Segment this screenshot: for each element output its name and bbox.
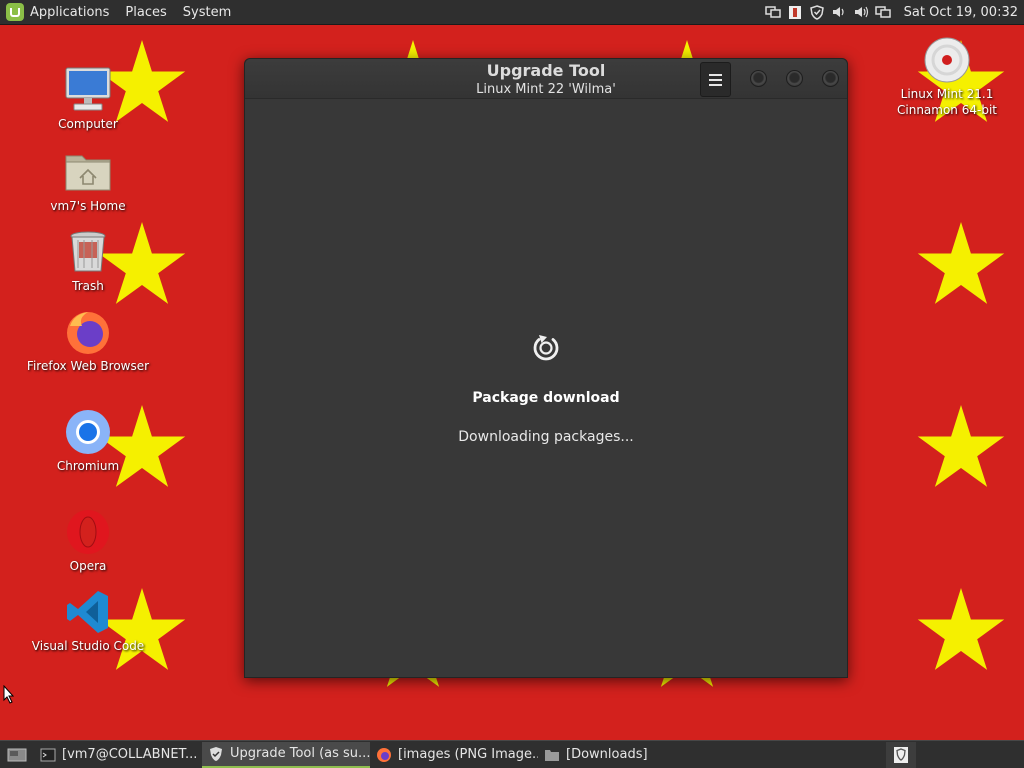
wallpaper-star [917, 405, 1005, 487]
desktop-icon-label: vm7's Home [50, 199, 126, 213]
desktop-icon-label: Computer [58, 117, 118, 131]
desktop-icon-home[interactable]: vm7's Home [13, 148, 163, 214]
desktop-icon-firefox[interactable]: Firefox Web Browser [13, 308, 163, 374]
opera-icon [64, 508, 112, 556]
menu-button[interactable] [700, 62, 731, 97]
desktop-icon-opera[interactable]: Opera [13, 508, 163, 574]
mouse-pointer-icon [3, 685, 15, 704]
clock[interactable]: Sat Oct 19, 00:32 [894, 5, 1024, 20]
task-terminal[interactable]: [vm7@COLLABNET... [34, 742, 202, 768]
shield-icon [210, 746, 222, 761]
home-folder-icon [64, 148, 112, 196]
window-titlebar[interactable]: Upgrade Tool Linux Mint 22 'Wilma' [245, 59, 847, 99]
show-desktop-button[interactable] [0, 742, 34, 768]
minimize-button[interactable] [750, 70, 767, 87]
applications-menu-label: Applications [30, 4, 110, 20]
chromium-icon [64, 408, 112, 456]
wallpaper-star [917, 588, 1005, 670]
top-panel: Applications Places System Sat Oct 19, 0… [0, 0, 1024, 25]
maximize-button[interactable] [786, 70, 803, 87]
firefox-icon [377, 747, 391, 762]
volume-icon[interactable] [831, 4, 847, 20]
taskbar: [vm7@COLLABNET... Upgrade Tool (as su...… [0, 740, 1024, 768]
network-icon[interactable] [764, 4, 781, 20]
desktop-icon-label: Firefox Web Browser [26, 359, 150, 373]
shield-icon[interactable] [809, 4, 825, 20]
workspace-switcher[interactable] [886, 741, 916, 768]
system-tray: Sat Oct 19, 00:32 [762, 0, 1024, 25]
status-text: Downloading packages... [458, 429, 634, 445]
wallpaper-star [917, 222, 1005, 304]
task-downloads[interactable]: [Downloads] [538, 742, 706, 768]
applications-menu[interactable]: Applications [0, 0, 117, 25]
desktop-icon-chromium[interactable]: Chromium [13, 408, 163, 474]
sync-spinner-icon [530, 331, 562, 363]
places-menu[interactable]: Places [117, 0, 174, 25]
task-label: Upgrade Tool (as su... [230, 746, 370, 761]
desktop-icon-disc[interactable]: Linux Mint 21.1 Cinnamon 64-bit [872, 36, 1022, 118]
computer-icon [64, 66, 112, 114]
task-firefox[interactable]: [images (PNG Image... [370, 742, 538, 768]
task-label: [vm7@COLLABNET... [62, 747, 198, 762]
status-title: Package download [472, 390, 620, 406]
upgrade-tool-window: Upgrade Tool Linux Mint 22 'Wilma' Packa… [244, 58, 848, 678]
desktop-icon-label: Linux Mint 21.1 Cinnamon 64-bit [897, 87, 997, 117]
desktop-icon-label: Opera [69, 559, 107, 573]
volume-icon[interactable] [853, 4, 869, 20]
desktop-icon-label: Visual Studio Code [31, 639, 145, 653]
desktop-icon-vscode[interactable]: Visual Studio Code [13, 588, 163, 654]
desktop-icon-label: Trash [72, 279, 104, 293]
firefox-icon [64, 308, 112, 356]
desktop-icon-trash[interactable]: Trash [13, 228, 163, 294]
desktop-icon-label: Chromium [56, 459, 120, 473]
shield-icon [894, 746, 908, 763]
trash-icon [64, 228, 112, 276]
task-upgrade-tool[interactable]: Upgrade Tool (as su... [202, 741, 370, 768]
system-menu[interactable]: System [175, 0, 239, 25]
mint-logo-icon [6, 3, 24, 21]
task-label: [images (PNG Image... [398, 747, 538, 762]
window-content: Package download Downloading packages... [245, 99, 847, 677]
task-label: [Downloads] [566, 747, 648, 762]
terminal-icon [40, 748, 56, 761]
hamburger-icon [709, 73, 722, 86]
network-icon[interactable] [874, 4, 891, 20]
show-desktop-icon [7, 748, 27, 761]
close-button[interactable] [822, 70, 839, 87]
disc-icon [923, 36, 971, 84]
folder-icon [545, 749, 559, 761]
vscode-icon [64, 588, 112, 636]
desktop-icon-computer[interactable]: Computer [13, 66, 163, 132]
notes-icon[interactable] [787, 4, 803, 20]
